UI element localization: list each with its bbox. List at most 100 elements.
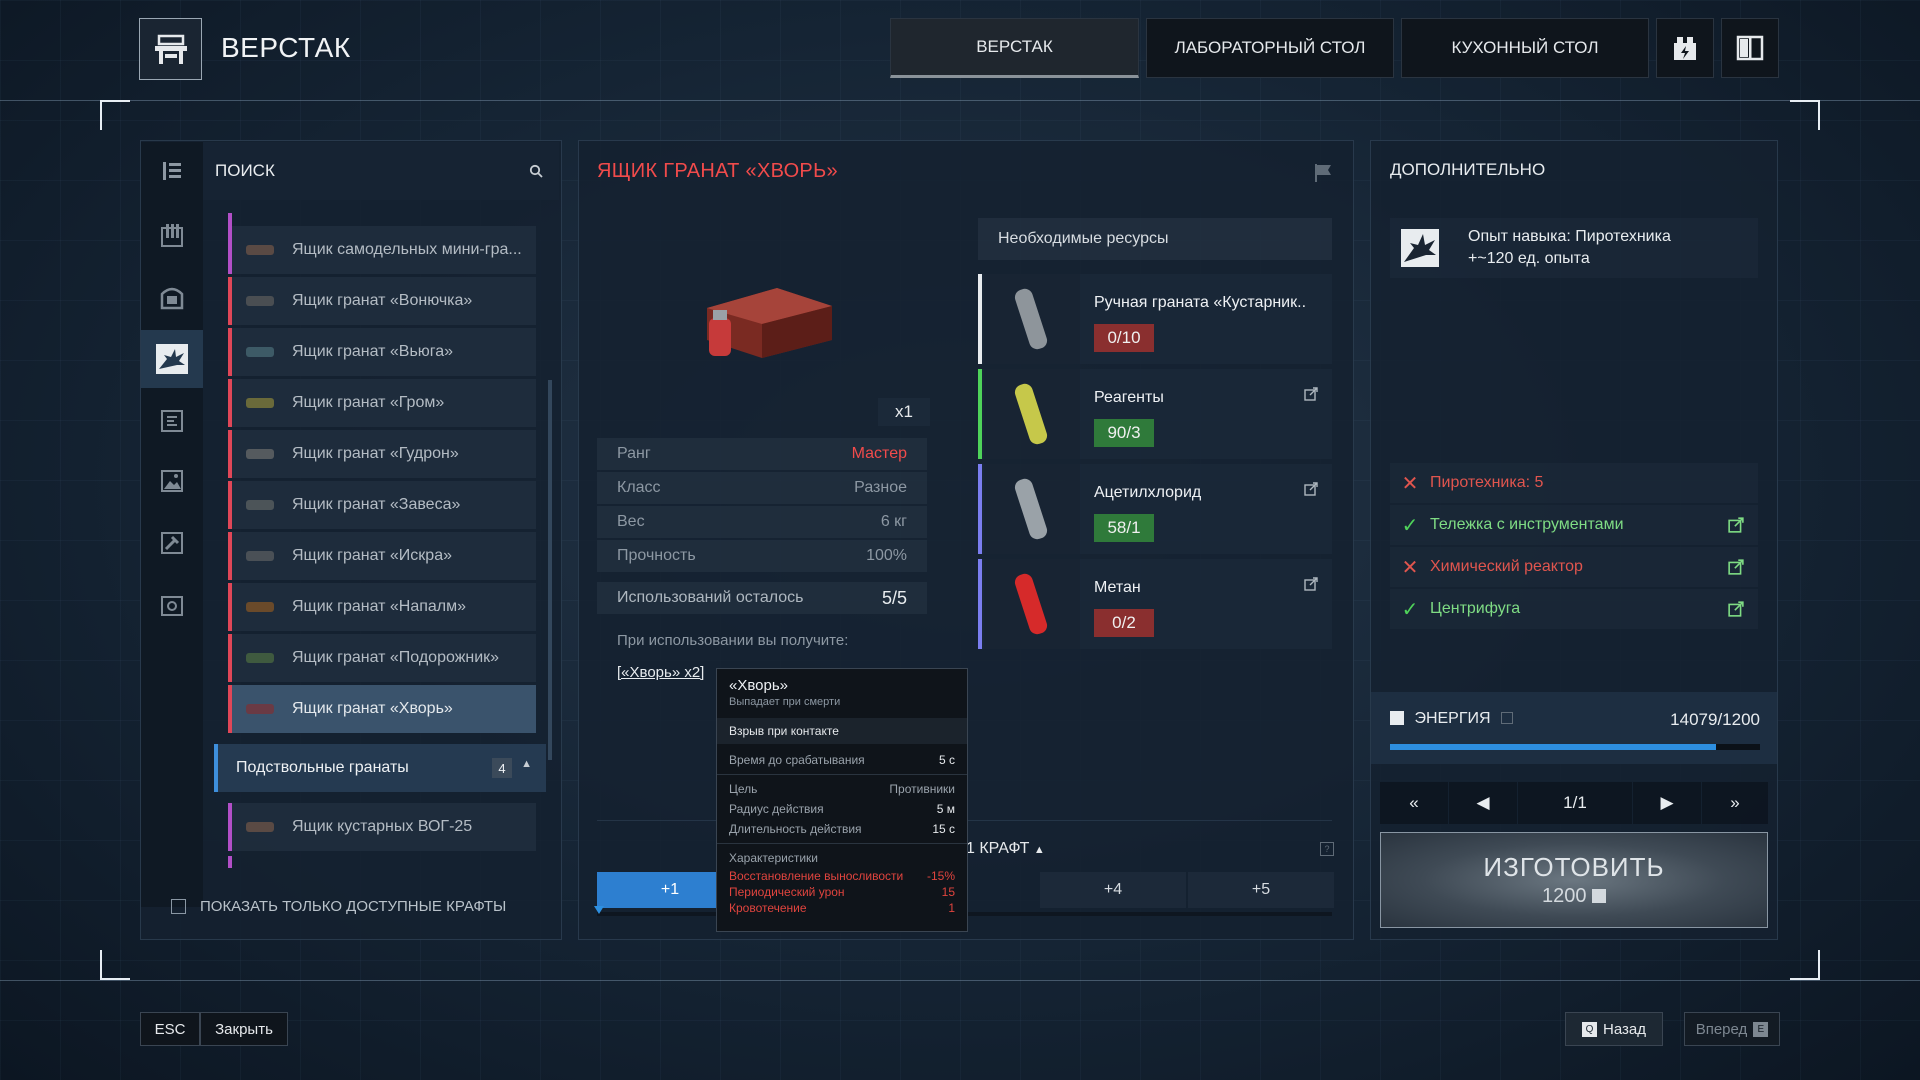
next-page-button[interactable]: ▶	[1633, 782, 1701, 824]
resource-name: Реагенты	[1094, 389, 1164, 406]
category-misc[interactable]	[141, 576, 203, 634]
resource-rarity-bar	[978, 559, 982, 649]
list-item-label: Ящик гранат «Напалм»	[292, 598, 467, 615]
craft-step-plus5[interactable]: +5	[1188, 872, 1334, 908]
forward-label: Вперед	[1695, 1020, 1748, 1038]
list-item[interactable]: Ящик гранат «Подорожник»	[228, 634, 536, 682]
list-item[interactable]: Ящик гранат «Завеса»	[228, 481, 536, 529]
list-item[interactable]: Ящик гранат «Искра»	[228, 532, 536, 580]
uses-remaining-row: Использований осталось 5/5	[597, 582, 927, 614]
item-thumbnail	[246, 500, 274, 510]
list-item[interactable]: Ящик гранат «Вьюга»	[228, 328, 536, 376]
requirement-row: ✕ Химический реактор	[1390, 547, 1758, 587]
tab-kitchen-table[interactable]: КУХОННЫЙ СТОЛ	[1401, 18, 1649, 78]
e-key-icon: E	[1753, 1021, 1769, 1037]
category-ammo[interactable]	[141, 206, 203, 264]
cross-icon: ✕	[1401, 472, 1419, 495]
help-icon[interactable]: ?	[1320, 842, 1334, 856]
search-icon[interactable]	[529, 164, 543, 178]
list-item[interactable]: Ящик гранат «Гром»	[228, 379, 536, 427]
list-group-marker	[228, 856, 232, 868]
explosive-icon	[156, 344, 188, 374]
rarity-bar	[228, 583, 232, 631]
resource-image	[984, 464, 1080, 554]
category-tools[interactable]	[141, 514, 203, 572]
resource-row: Метан 0/2	[978, 559, 1332, 649]
energy-gift-button[interactable]	[1656, 18, 1714, 78]
forward-button[interactable]: Вперед E	[1684, 1012, 1780, 1046]
resource-canister-image	[1012, 286, 1050, 352]
external-link-icon[interactable]	[1304, 387, 1318, 406]
tooltip-char-value: 1	[948, 901, 955, 915]
external-link-icon[interactable]	[1304, 577, 1318, 596]
list-item[interactable]: Ящик гранат «Напалм»	[228, 583, 536, 631]
checkbox[interactable]	[171, 899, 186, 914]
header-divider	[0, 100, 1920, 101]
energy-info-icon[interactable]	[1501, 712, 1514, 724]
requirement-row: ✓ Центрифуга	[1390, 589, 1758, 629]
tooltip-timer-label: Время до срабатывания	[729, 753, 865, 767]
external-link-icon[interactable]	[1728, 517, 1744, 538]
tab-label: ВЕРСТАК	[976, 37, 1053, 56]
item-thumbnail	[246, 245, 274, 255]
craft-step-plus4[interactable]: +4	[1040, 872, 1186, 908]
prev-page-button[interactable]: ◀	[1449, 782, 1517, 824]
collapse-arrow-icon[interactable]: ▲	[521, 758, 532, 770]
category-explosives[interactable]	[141, 330, 203, 388]
list-item[interactable]: Ящик гранат «Гудрон»	[228, 430, 536, 478]
external-link-icon[interactable]	[1304, 482, 1318, 501]
resource-canister-image	[1012, 381, 1050, 447]
resource-count: 90/3	[1094, 419, 1154, 447]
first-page-button[interactable]: «	[1380, 782, 1448, 824]
double-chevron-right-icon: »	[1730, 793, 1740, 812]
energy-icon	[1592, 889, 1607, 903]
resource-rarity-bar	[978, 369, 982, 459]
tooltip-char-value: 15	[941, 885, 955, 899]
flag-icon[interactable]	[1312, 162, 1334, 184]
list-item-label: Ящик гранат «Искра»	[292, 547, 452, 564]
requirement-row: ✓ Тележка с инструментами	[1390, 505, 1758, 545]
craft-button[interactable]: ИЗГОТОВИТЬ 1200	[1380, 832, 1768, 928]
list-item[interactable]: Ящик кустарных ВОГ-25	[228, 803, 536, 851]
list-group-marker	[228, 213, 232, 226]
last-page-button[interactable]: »	[1702, 782, 1768, 824]
energy-icon	[1390, 711, 1404, 725]
ammo-icon	[161, 224, 183, 247]
list-scrollbar[interactable]	[548, 380, 552, 760]
search-input[interactable]: ПОИСК	[203, 142, 559, 200]
sort-button[interactable]	[141, 142, 203, 200]
tooltip-target-value: Противники	[889, 782, 955, 796]
check-icon: ✓	[1401, 514, 1419, 537]
category-armor[interactable]	[141, 268, 203, 326]
resource-name: Ацетилхлорид	[1094, 484, 1202, 501]
tooltip-divider	[717, 843, 967, 844]
category-decor[interactable]	[141, 452, 203, 510]
item-thumbnail	[246, 704, 274, 714]
device-icon	[161, 410, 183, 432]
external-link-icon[interactable]	[1728, 559, 1744, 580]
subgroup-underbarrel[interactable]: Подствольные гранаты 4 ▲	[214, 744, 546, 792]
tab-workbench[interactable]: ВЕРСТАК	[890, 18, 1139, 78]
item-thumbnail	[246, 347, 274, 357]
list-item[interactable]: Ящик гранат «Хворь»	[228, 685, 536, 733]
list-item[interactable]: Ящик гранат «Вонючка»	[228, 277, 536, 325]
craft-count-label[interactable]: 1 КРАФТ ▲	[966, 840, 1045, 858]
resource-count: 0/2	[1094, 609, 1154, 637]
stat-row: Класс Разное	[597, 472, 927, 504]
list-item[interactable]: Ящик самодельных мини-гра...	[228, 226, 536, 274]
tab-lab-table[interactable]: ЛАБОРАТОРНЫЙ СТОЛ	[1146, 18, 1394, 78]
esc-key[interactable]: ESC	[140, 1012, 200, 1046]
external-link-icon[interactable]	[1728, 601, 1744, 622]
tooltip-char-value: -15%	[926, 869, 955, 883]
reward-link[interactable]: [«Хворь» x2]	[617, 664, 704, 681]
helmet-icon	[160, 287, 184, 310]
close-button[interactable]: Закрыть	[200, 1012, 288, 1046]
tooltip-duration-value: 15 с	[932, 822, 955, 836]
only-available-toggle[interactable]: ПОКАЗАТЬ ТОЛЬКО ДОСТУПНЫЕ КРАФТЫ	[171, 898, 506, 915]
back-button[interactable]: Q Назад	[1565, 1012, 1663, 1046]
category-devices[interactable]	[141, 392, 203, 450]
slider-handle[interactable]	[594, 906, 604, 914]
resource-image	[984, 559, 1080, 649]
tool-icon	[161, 532, 183, 554]
codex-button[interactable]	[1721, 18, 1779, 78]
